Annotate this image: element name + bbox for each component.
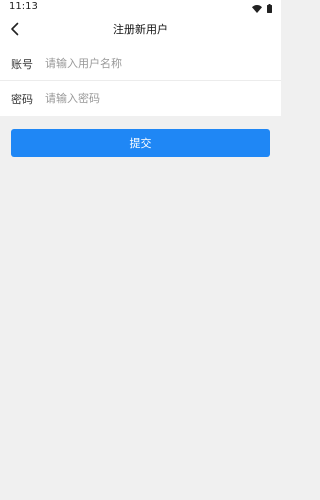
password-row: 密码: [0, 81, 281, 116]
account-input[interactable]: [45, 52, 265, 75]
status-bar: 11:13: [0, 0, 281, 14]
status-icons: [252, 2, 272, 13]
register-form: 账号 密码: [0, 46, 281, 116]
page-title: 注册新用户: [113, 23, 168, 36]
password-label: 密码: [11, 92, 33, 106]
back-button[interactable]: [4, 19, 26, 41]
account-label: 账号: [11, 57, 33, 71]
account-row: 账号: [0, 46, 281, 81]
password-input[interactable]: [45, 87, 265, 110]
chevron-left-icon: [10, 21, 20, 40]
submit-button[interactable]: 提交: [11, 129, 270, 157]
status-time: 11:13: [9, 1, 38, 12]
app-header: 注册新用户: [0, 14, 281, 46]
